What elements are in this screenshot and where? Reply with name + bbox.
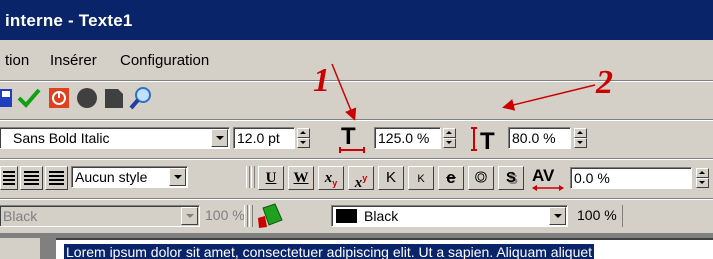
align-justify-button[interactable] — [45, 166, 68, 190]
chevron-down-icon[interactable] — [549, 207, 566, 225]
align-center-button[interactable] — [20, 166, 43, 190]
kerning-spinner[interactable] — [696, 168, 709, 188]
paragraph-style-value: Aucun style — [75, 169, 148, 185]
toolbar-divider — [622, 205, 623, 227]
toolbar-divider-highlight — [0, 199, 713, 200]
fill-bucket-icon[interactable] — [255, 202, 285, 230]
underline-button[interactable]: U — [258, 166, 284, 190]
text-color-combo: Black — [0, 205, 200, 227]
color-swatch — [336, 209, 357, 223]
background-opacity-value: 100 % — [577, 207, 617, 223]
chevron-down-icon — [181, 207, 198, 225]
text-opacity-value: 100 % — [205, 207, 245, 223]
text-color-value: Black — [3, 208, 38, 224]
word-underline-button[interactable]: W — [288, 166, 314, 190]
kerning-field[interactable]: 0.0 % — [570, 167, 692, 189]
toolbar-grip — [246, 166, 250, 188]
paragraph-style-combo[interactable]: Aucun style — [71, 166, 188, 188]
document-margin — [0, 238, 40, 259]
toolbar-divider-highlight — [0, 159, 713, 160]
align-left-button[interactable] — [0, 166, 18, 190]
document-text-area[interactable]: Lorem ipsum dolor sit amet, consectetuer… — [56, 238, 713, 259]
outline-button[interactable]: O — [468, 166, 494, 190]
svg-text:AV: AV — [532, 166, 555, 185]
all-caps-button[interactable]: K — [378, 166, 404, 190]
strikethrough-button[interactable]: e — [438, 166, 464, 190]
superscript-button[interactable]: xy — [348, 166, 374, 191]
selected-text-line[interactable]: Lorem ipsum dolor sit amet, consectetuer… — [64, 244, 595, 259]
subscript-button[interactable]: xy — [318, 166, 344, 190]
kerning-icon: AV — [530, 163, 566, 193]
small-caps-button[interactable]: K — [408, 166, 434, 190]
chevron-down-icon[interactable] — [169, 168, 186, 186]
kerning-value: 0.0 % — [574, 170, 610, 186]
toolbar-grip — [249, 205, 253, 227]
toolbar-grip — [251, 166, 255, 188]
toolbar-grip — [244, 205, 248, 227]
shadow-button[interactable]: S — [498, 166, 524, 190]
background-color-combo[interactable]: Black — [331, 205, 568, 227]
